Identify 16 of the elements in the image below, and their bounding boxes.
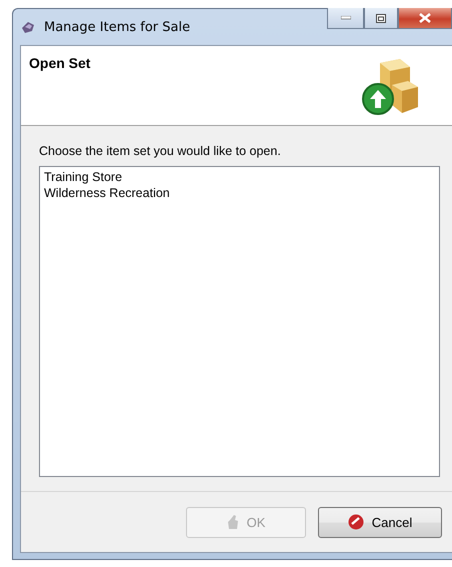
item-set-list[interactable]: Training Store Wilderness Recreation bbox=[39, 166, 440, 477]
minimize-icon bbox=[340, 16, 350, 20]
minimize-button[interactable] bbox=[327, 8, 364, 29]
list-item[interactable]: Wilderness Recreation bbox=[44, 185, 170, 201]
close-icon bbox=[419, 13, 431, 23]
prompt-text: Choose the item set you would like to open. bbox=[39, 144, 282, 158]
maximize-button[interactable] bbox=[364, 8, 398, 29]
list-item[interactable]: Training Store bbox=[44, 169, 122, 185]
maximize-icon bbox=[376, 14, 386, 22]
thumbs-up-icon bbox=[226, 514, 239, 530]
window-title: Manage Items for Sale bbox=[44, 20, 190, 34]
app-icon bbox=[20, 19, 36, 35]
cancel-icon bbox=[348, 514, 364, 530]
header-title: Open Set bbox=[29, 55, 90, 73]
cancel-button[interactable]: Cancel bbox=[318, 506, 442, 538]
close-button[interactable] bbox=[398, 8, 452, 29]
